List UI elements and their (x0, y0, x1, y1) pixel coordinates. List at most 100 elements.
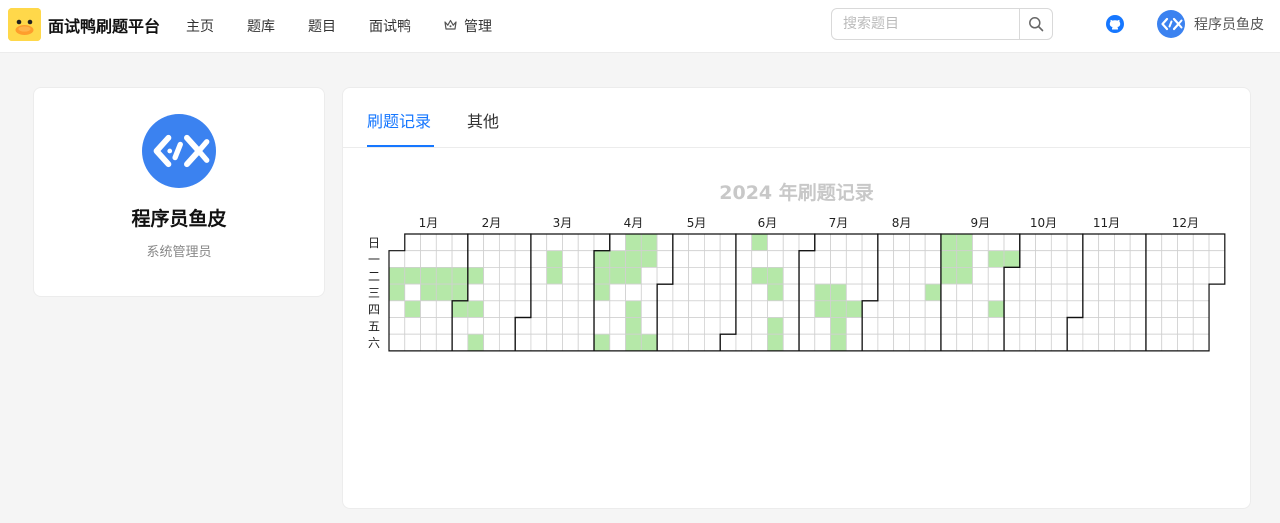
heatmap-day-cell[interactable] (735, 233, 753, 252)
heatmap-day-cell[interactable] (640, 266, 658, 285)
heatmap-day-cell[interactable] (1177, 233, 1194, 252)
heatmap-day-cell[interactable] (987, 233, 1005, 252)
heatmap-day-cell[interactable] (404, 283, 421, 302)
heatmap-day-cell[interactable] (909, 283, 926, 302)
heatmap-day-cell[interactable] (861, 317, 879, 335)
heatmap-day-cell[interactable] (609, 233, 626, 252)
heatmap-day-cell[interactable] (388, 317, 406, 335)
heatmap-day-cell[interactable] (451, 250, 469, 268)
heatmap-day-cell[interactable] (688, 266, 705, 285)
heatmap-day-cell[interactable] (1050, 333, 1068, 352)
heatmap-day-cell[interactable] (1019, 333, 1036, 352)
heatmap-day-cell[interactable] (672, 250, 690, 268)
heatmap-day-cell[interactable] (1192, 250, 1210, 268)
heatmap-day-cell[interactable] (703, 250, 721, 268)
heatmap-day-cell[interactable] (1082, 333, 1100, 352)
heatmap-day-cell[interactable] (530, 250, 548, 268)
heatmap-day-cell[interactable] (609, 317, 626, 335)
heatmap-day-cell[interactable] (940, 250, 958, 268)
heatmap-day-cell[interactable] (1177, 300, 1194, 318)
heatmap-day-cell[interactable] (798, 300, 816, 318)
heatmap-day-cell[interactable] (1066, 233, 1084, 252)
heatmap-day-cell[interactable] (751, 266, 768, 285)
heatmap-day-cell[interactable] (1019, 283, 1036, 302)
heatmap-day-cell[interactable] (656, 283, 674, 302)
heatmap-day-cell[interactable] (498, 317, 516, 335)
heatmap-day-cell[interactable] (404, 250, 421, 268)
heatmap-day-cell[interactable] (987, 266, 1005, 285)
heatmap-day-cell[interactable] (1145, 266, 1163, 285)
heatmap-day-cell[interactable] (467, 283, 485, 302)
heatmap-day-cell[interactable] (530, 317, 548, 335)
heatmap-day-cell[interactable] (435, 300, 453, 318)
heatmap-day-cell[interactable] (467, 250, 485, 268)
heatmap-day-cell[interactable] (956, 250, 973, 268)
heatmap-day-cell[interactable] (956, 283, 973, 302)
heatmap-day-cell[interactable] (735, 333, 753, 352)
heatmap-day-cell[interactable] (546, 300, 563, 318)
heatmap-day-cell[interactable] (420, 300, 437, 318)
heatmap-day-cell[interactable] (845, 233, 863, 252)
heatmap-day-cell[interactable] (546, 283, 563, 302)
heatmap-day-cell[interactable] (435, 333, 453, 352)
heatmap-day-cell[interactable] (798, 233, 816, 252)
heatmap-day-cell[interactable] (514, 283, 532, 302)
heatmap-day-cell[interactable] (1098, 300, 1115, 318)
heatmap-day-cell[interactable] (420, 250, 437, 268)
heatmap-day-cell[interactable] (388, 300, 406, 318)
heatmap-day-cell[interactable] (483, 266, 500, 285)
user-menu[interactable]: 程序员鱼皮 (1157, 10, 1264, 38)
heatmap-day-cell[interactable] (972, 250, 989, 268)
heatmap-day-cell[interactable] (845, 283, 863, 302)
heatmap-day-cell[interactable] (1129, 317, 1147, 335)
nav-item-mianshiya[interactable]: 面试鸭 (369, 16, 411, 36)
heatmap-day-cell[interactable] (877, 283, 895, 302)
heatmap-day-cell[interactable] (498, 283, 516, 302)
heatmap-day-cell[interactable] (1050, 317, 1068, 335)
heatmap-day-cell[interactable] (940, 333, 958, 352)
heatmap-day-cell[interactable] (956, 300, 973, 318)
heatmap-day-cell[interactable] (451, 333, 469, 352)
heatmap-day-cell[interactable] (798, 317, 816, 335)
heatmap-day-cell[interactable] (435, 233, 453, 252)
heatmap-day-cell[interactable] (1161, 300, 1178, 318)
heatmap-day-cell[interactable] (404, 300, 421, 318)
heatmap-day-cell[interactable] (640, 333, 658, 352)
heatmap-day-cell[interactable] (1035, 233, 1052, 252)
heatmap-day-cell[interactable] (420, 333, 437, 352)
heatmap-day-cell[interactable] (1066, 317, 1084, 335)
heatmap-day-cell[interactable] (924, 233, 942, 252)
heatmap-day-cell[interactable] (830, 283, 847, 302)
heatmap-day-cell[interactable] (577, 300, 595, 318)
heatmap-day-cell[interactable] (767, 333, 784, 352)
heatmap-day-cell[interactable] (656, 317, 674, 335)
heatmap-day-cell[interactable] (1145, 317, 1163, 335)
heatmap-day-cell[interactable] (625, 250, 642, 268)
heatmap-day-cell[interactable] (751, 283, 768, 302)
heatmap-day-cell[interactable] (530, 266, 548, 285)
heatmap-day-cell[interactable] (593, 250, 611, 268)
heatmap-day-cell[interactable] (940, 266, 958, 285)
heatmap-day-cell[interactable] (530, 300, 548, 318)
heatmap-day-cell[interactable] (388, 250, 406, 268)
heatmap-day-cell[interactable] (1019, 300, 1036, 318)
heatmap-day-cell[interactable] (546, 266, 563, 285)
heatmap-day-cell[interactable] (656, 300, 674, 318)
heatmap-day-cell[interactable] (483, 333, 500, 352)
heatmap-day-cell[interactable] (845, 317, 863, 335)
heatmap-day-cell[interactable] (1050, 250, 1068, 268)
heatmap-day-cell[interactable] (972, 283, 989, 302)
heatmap-day-cell[interactable] (562, 233, 579, 252)
heatmap-day-cell[interactable] (956, 233, 973, 252)
heatmap-day-cell[interactable] (767, 317, 784, 335)
heatmap-day-cell[interactable] (1082, 317, 1100, 335)
heatmap-day-cell[interactable] (593, 266, 611, 285)
heatmap-day-cell[interactable] (467, 333, 485, 352)
heatmap-day-cell[interactable] (546, 233, 563, 252)
heatmap-day-cell[interactable] (798, 283, 816, 302)
heatmap-day-cell[interactable] (1129, 300, 1147, 318)
heatmap-day-cell[interactable] (625, 233, 642, 252)
heatmap-day-cell[interactable] (609, 283, 626, 302)
heatmap-day-cell[interactable] (388, 283, 406, 302)
heatmap-day-cell[interactable] (972, 233, 989, 252)
